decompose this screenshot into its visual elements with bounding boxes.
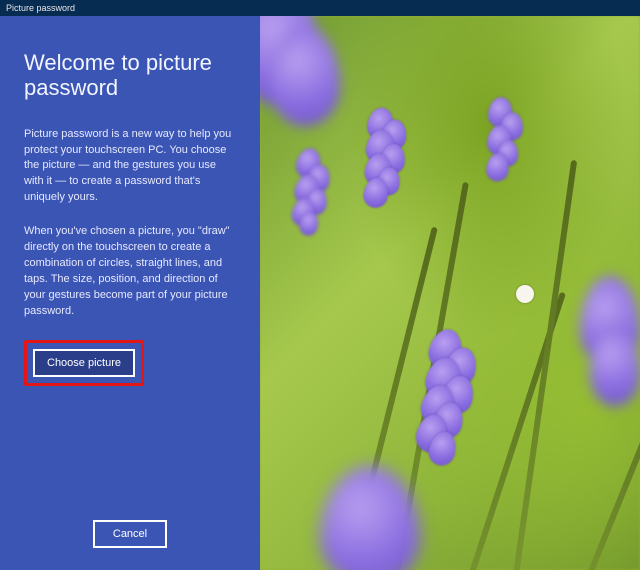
instruction-panel: Welcome to picture password Picture pass…: [0, 16, 260, 570]
main-area: Welcome to picture password Picture pass…: [0, 16, 640, 570]
picture-preview[interactable]: [260, 16, 640, 570]
window-title: Picture password: [6, 3, 75, 13]
intro-paragraph-2: When you've chosen a picture, you "draw"…: [24, 224, 234, 320]
gesture-cursor-icon: [516, 285, 534, 303]
intro-paragraph-1: Picture password is a new way to help yo…: [24, 127, 234, 207]
titlebar: Picture password: [0, 0, 640, 16]
cancel-button[interactable]: Cancel: [93, 520, 167, 548]
annotation-highlight: Choose picture: [24, 340, 144, 386]
page-title: Welcome to picture password: [24, 50, 236, 101]
cancel-area: Cancel: [0, 520, 260, 548]
choose-picture-button[interactable]: Choose picture: [33, 349, 135, 377]
picture-background: [260, 16, 640, 570]
